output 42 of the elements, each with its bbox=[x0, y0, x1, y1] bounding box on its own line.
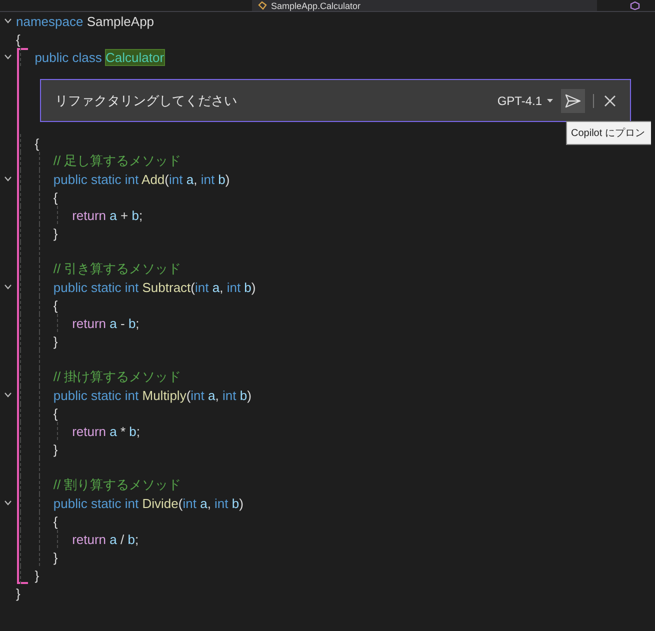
class-icon bbox=[258, 1, 268, 10]
chevron-down-icon[interactable] bbox=[4, 500, 12, 506]
chevron-down-icon[interactable] bbox=[4, 176, 12, 182]
code-line: return a * b; bbox=[72, 424, 140, 438]
cube-icon[interactable] bbox=[630, 1, 640, 10]
code-line: } bbox=[53, 550, 58, 564]
tooltip: Copilot にプロン bbox=[566, 121, 651, 145]
code-line: { bbox=[53, 406, 58, 420]
code-line: } bbox=[34, 568, 40, 582]
chevron-down-icon[interactable] bbox=[4, 284, 12, 290]
code-line: // 掛け算するメソッド bbox=[53, 368, 182, 386]
code-line: } bbox=[53, 442, 58, 456]
code-line: // 引き算するメソッド bbox=[53, 260, 182, 278]
code-line: return a / b; bbox=[72, 532, 139, 546]
close-icon bbox=[604, 94, 616, 106]
code-line: public class Calculator bbox=[34, 50, 164, 64]
code-line: { bbox=[53, 298, 58, 312]
code-line: return a + b; bbox=[72, 208, 143, 222]
model-dropdown[interactable]: GPT-4.1 bbox=[497, 94, 553, 108]
code-line: // 割り算するメソッド bbox=[53, 476, 182, 494]
chevron-down-icon[interactable] bbox=[4, 54, 12, 60]
code-line: { bbox=[16, 32, 20, 46]
caret-icon bbox=[547, 98, 553, 102]
code-line: public static int Subtract(int a, int b) bbox=[53, 280, 256, 294]
code-line: namespace SampleApp bbox=[16, 14, 154, 28]
code-line: public static int Divide(int a, int b) bbox=[53, 496, 244, 510]
code-line: } bbox=[16, 586, 20, 600]
code-line: public static int Multiply(int a, int b) bbox=[53, 388, 252, 402]
code-line: // 足し算するメソッド bbox=[53, 152, 182, 170]
code-line: } bbox=[53, 226, 58, 240]
code-line: } bbox=[53, 334, 58, 348]
code-line: { bbox=[34, 136, 40, 150]
class-dropdown[interactable]: SampleApp.Calculator bbox=[252, 0, 597, 11]
send-icon bbox=[565, 94, 581, 108]
code-line: { bbox=[53, 514, 58, 528]
code-line: { bbox=[53, 190, 58, 204]
chevron-down-icon[interactable] bbox=[4, 392, 12, 398]
code-line: public static int Add(int a, int b) bbox=[53, 172, 230, 186]
close-button[interactable] bbox=[602, 92, 618, 108]
chevron-down-icon[interactable] bbox=[4, 18, 12, 24]
code-line: return a - b; bbox=[72, 316, 140, 330]
send-button[interactable] bbox=[561, 88, 585, 112]
